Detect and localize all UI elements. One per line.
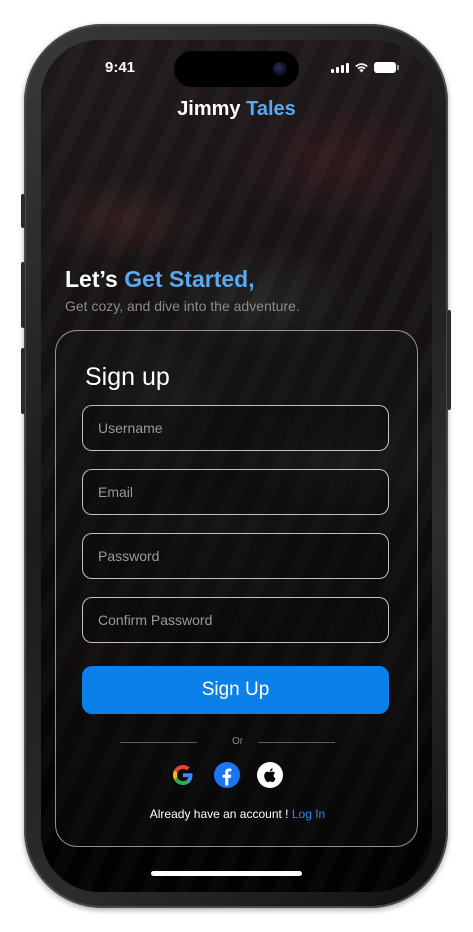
apple-icon[interactable] xyxy=(257,762,283,788)
power-button xyxy=(447,310,451,410)
apple-logo xyxy=(264,768,276,783)
status-time: 9:41 xyxy=(105,59,136,76)
volume-up-button xyxy=(21,262,25,328)
welcome-subtitle: Get cozy, and dive into the adventure. xyxy=(65,298,300,314)
camera-icon xyxy=(273,62,287,76)
google-logo xyxy=(173,765,193,785)
volume-down-button xyxy=(21,348,25,414)
cellular-signal-icon xyxy=(331,62,349,73)
action-button xyxy=(21,194,25,228)
signup-title: Sign up xyxy=(85,363,170,391)
confirm-password-input[interactable] xyxy=(82,597,389,643)
dynamic-island xyxy=(174,51,299,87)
status-icons xyxy=(331,62,399,73)
google-icon[interactable] xyxy=(170,762,196,788)
sign-up-button[interactable]: Sign Up xyxy=(82,666,389,714)
battery-icon xyxy=(374,62,399,73)
headline-first: Let’s xyxy=(65,266,118,292)
phone-screen: 9:41 Jimmy Tales Let’s Get Started, Get … xyxy=(41,40,432,892)
app-title: Jimmy Tales xyxy=(41,98,432,121)
password-input[interactable] xyxy=(82,533,389,579)
facebook-icon[interactable] xyxy=(214,762,240,788)
login-prompt: Already have an account ! Log In xyxy=(56,807,419,821)
facebook-logo xyxy=(222,768,232,786)
username-input[interactable] xyxy=(82,405,389,451)
app-title-second: Tales xyxy=(246,98,296,120)
signup-card: Sign up Sign Up Or A xyxy=(55,330,418,847)
divider-or: Or xyxy=(231,736,244,747)
divider-line-right xyxy=(258,742,335,743)
email-input[interactable] xyxy=(82,469,389,515)
welcome-headline: Let’s Get Started, xyxy=(65,266,255,293)
wifi-icon xyxy=(355,63,368,73)
login-prompt-text: Already have an account ! xyxy=(149,807,289,821)
headline-accent: Get Started, xyxy=(124,266,255,292)
app-title-first: Jimmy xyxy=(177,98,241,120)
home-indicator xyxy=(151,871,302,876)
status-bar: 9:41 xyxy=(41,40,432,100)
login-link[interactable]: Log In xyxy=(292,807,325,821)
